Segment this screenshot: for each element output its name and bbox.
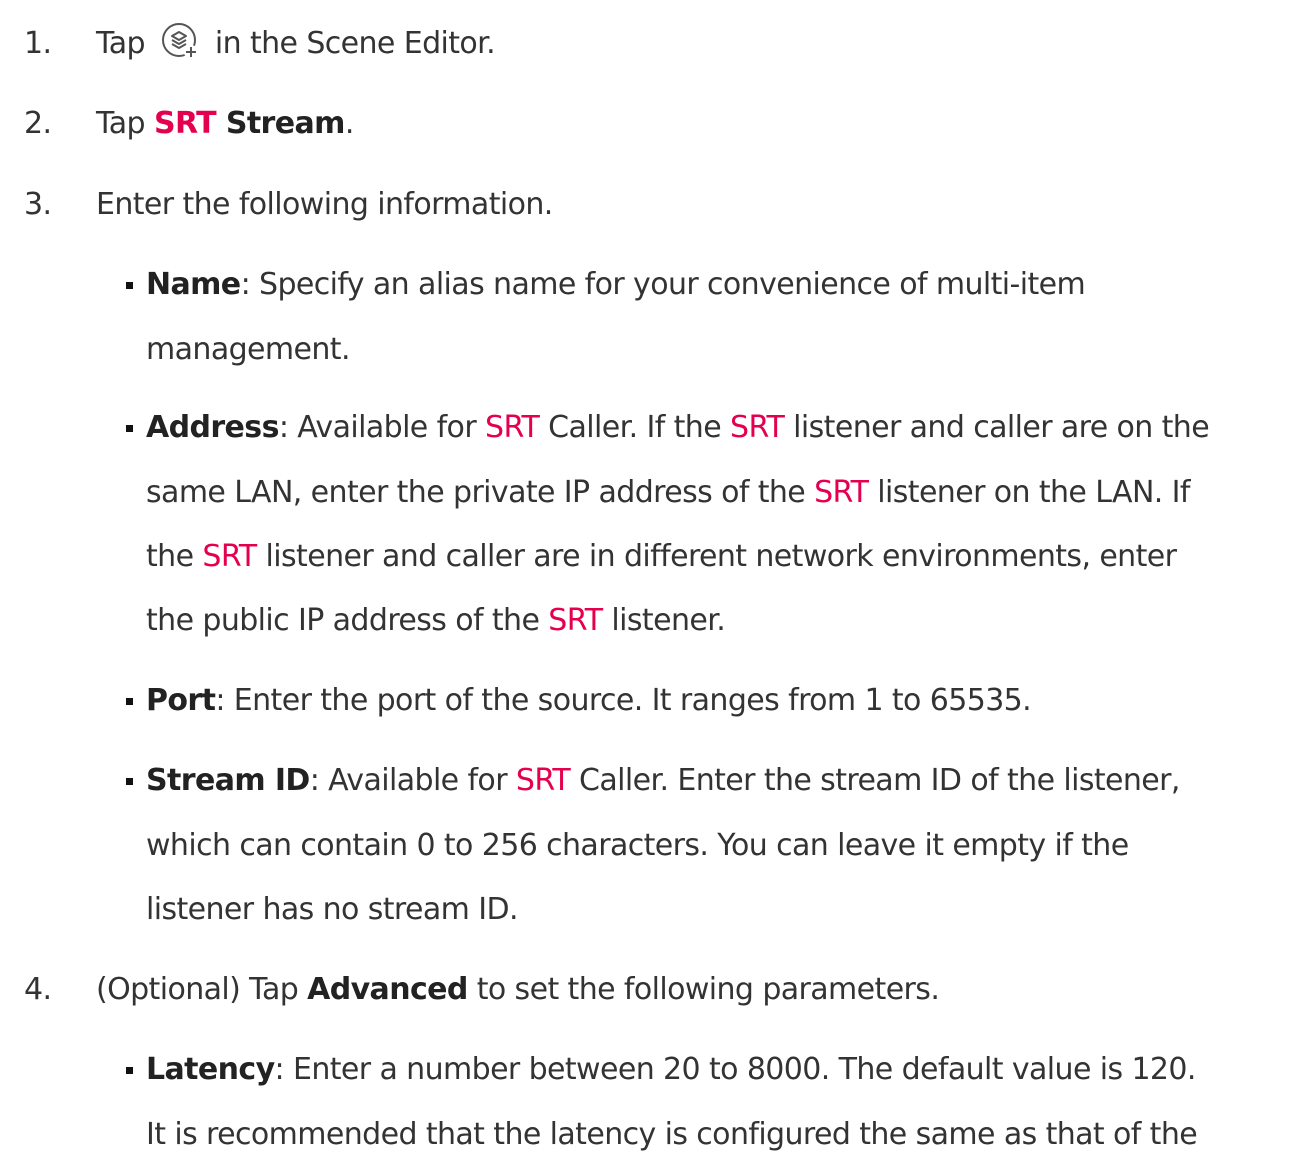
step-number: 2.	[24, 106, 52, 141]
address-text: listener and caller are in different net…	[256, 539, 1177, 574]
name-term: Name	[146, 267, 241, 302]
address-text: same LAN, enter the private IP address o…	[146, 475, 815, 510]
address-text: : Available for	[278, 410, 485, 445]
streamid-text: : Available for	[309, 763, 516, 798]
bullet-marker	[126, 698, 133, 705]
step-2-post: .	[344, 106, 355, 141]
step-number: 3.	[24, 187, 52, 222]
address-text: the public IP address of the	[146, 603, 549, 638]
streamid-item-line-2: which can contain 0 to 256 characters. Y…	[146, 828, 1129, 863]
port-desc: : Enter the port of the source. It range…	[215, 683, 1032, 718]
address-text: listener and caller are on the	[784, 410, 1210, 445]
bullet-marker	[126, 1067, 133, 1074]
add-layer-icon	[160, 21, 200, 61]
streamid-item-line-3: listener has no stream ID.	[146, 892, 518, 927]
step-1-pre: Tap	[96, 26, 146, 61]
bullet-marker	[126, 282, 133, 289]
step-1-text: Tap in the Scene Editor.	[96, 21, 496, 64]
step-2-pre: Tap	[96, 106, 154, 141]
srt-term: SRT	[548, 603, 603, 638]
latency-item-line-1: Latency: Enter a number between 20 to 80…	[146, 1050, 1196, 1090]
address-item-line-2: same LAN, enter the private IP address o…	[146, 473, 1190, 513]
address-item-line-3: the SRT listener and caller are in diffe…	[146, 537, 1177, 577]
document-body: 1. Tap in the Scene Editor. 2. Tap SRT S…	[0, 0, 1306, 1152]
address-term: Address	[146, 410, 279, 445]
step-4-text: (Optional) Tap Advanced to set the follo…	[96, 970, 940, 1010]
port-item-line: Port: Enter the port of the source. It r…	[146, 681, 1032, 721]
name-item-line-1: Name: Specify an alias name for your con…	[146, 265, 1086, 305]
srt-term: SRT	[515, 763, 571, 798]
streamid-text: Caller. Enter the stream ID of the liste…	[570, 763, 1180, 798]
streamid-item-line-1: Stream ID: Available for SRT Caller. Ent…	[146, 761, 1180, 801]
srt-term: SRT	[814, 475, 869, 510]
latency-term: Latency	[146, 1052, 275, 1087]
latency-desc: : Enter a number between 20 to 8000. The…	[274, 1052, 1197, 1087]
address-item-line-1: Address: Available for SRT Caller. If th…	[146, 408, 1210, 448]
srt-term: SRT	[485, 410, 540, 445]
latency-item-line-2: It is recommended that the latency is co…	[146, 1117, 1198, 1152]
address-text: listener on the LAN. If	[868, 475, 1190, 510]
step-4-post: to set the following parameters.	[467, 972, 940, 1007]
advanced-term: Advanced	[307, 972, 468, 1007]
bullet-marker	[126, 425, 133, 432]
streamid-term: Stream ID	[146, 763, 310, 798]
address-text: listener.	[602, 603, 726, 638]
bullet-marker	[126, 778, 133, 785]
step-3-text: Enter the following information.	[96, 187, 553, 222]
step-number: 4.	[24, 972, 52, 1007]
step-number: 1.	[24, 26, 52, 61]
step-1-post: in the Scene Editor.	[214, 26, 496, 61]
address-text: Caller. If the	[539, 410, 730, 445]
port-term: Port	[146, 683, 216, 718]
srt-term: SRT	[202, 539, 257, 574]
address-text: the	[146, 539, 203, 574]
address-item-line-4: the public IP address of the SRT listene…	[146, 601, 726, 641]
srt-term: SRT	[730, 410, 785, 445]
name-desc: : Specify an alias name for your conveni…	[240, 267, 1086, 302]
step-2-text: Tap SRT Stream.	[96, 104, 354, 144]
srt-term: SRT	[153, 106, 217, 141]
step-4-pre: (Optional) Tap	[96, 972, 308, 1007]
step-2-bold: Stream	[215, 106, 346, 141]
name-item-line-2: management.	[146, 332, 351, 367]
